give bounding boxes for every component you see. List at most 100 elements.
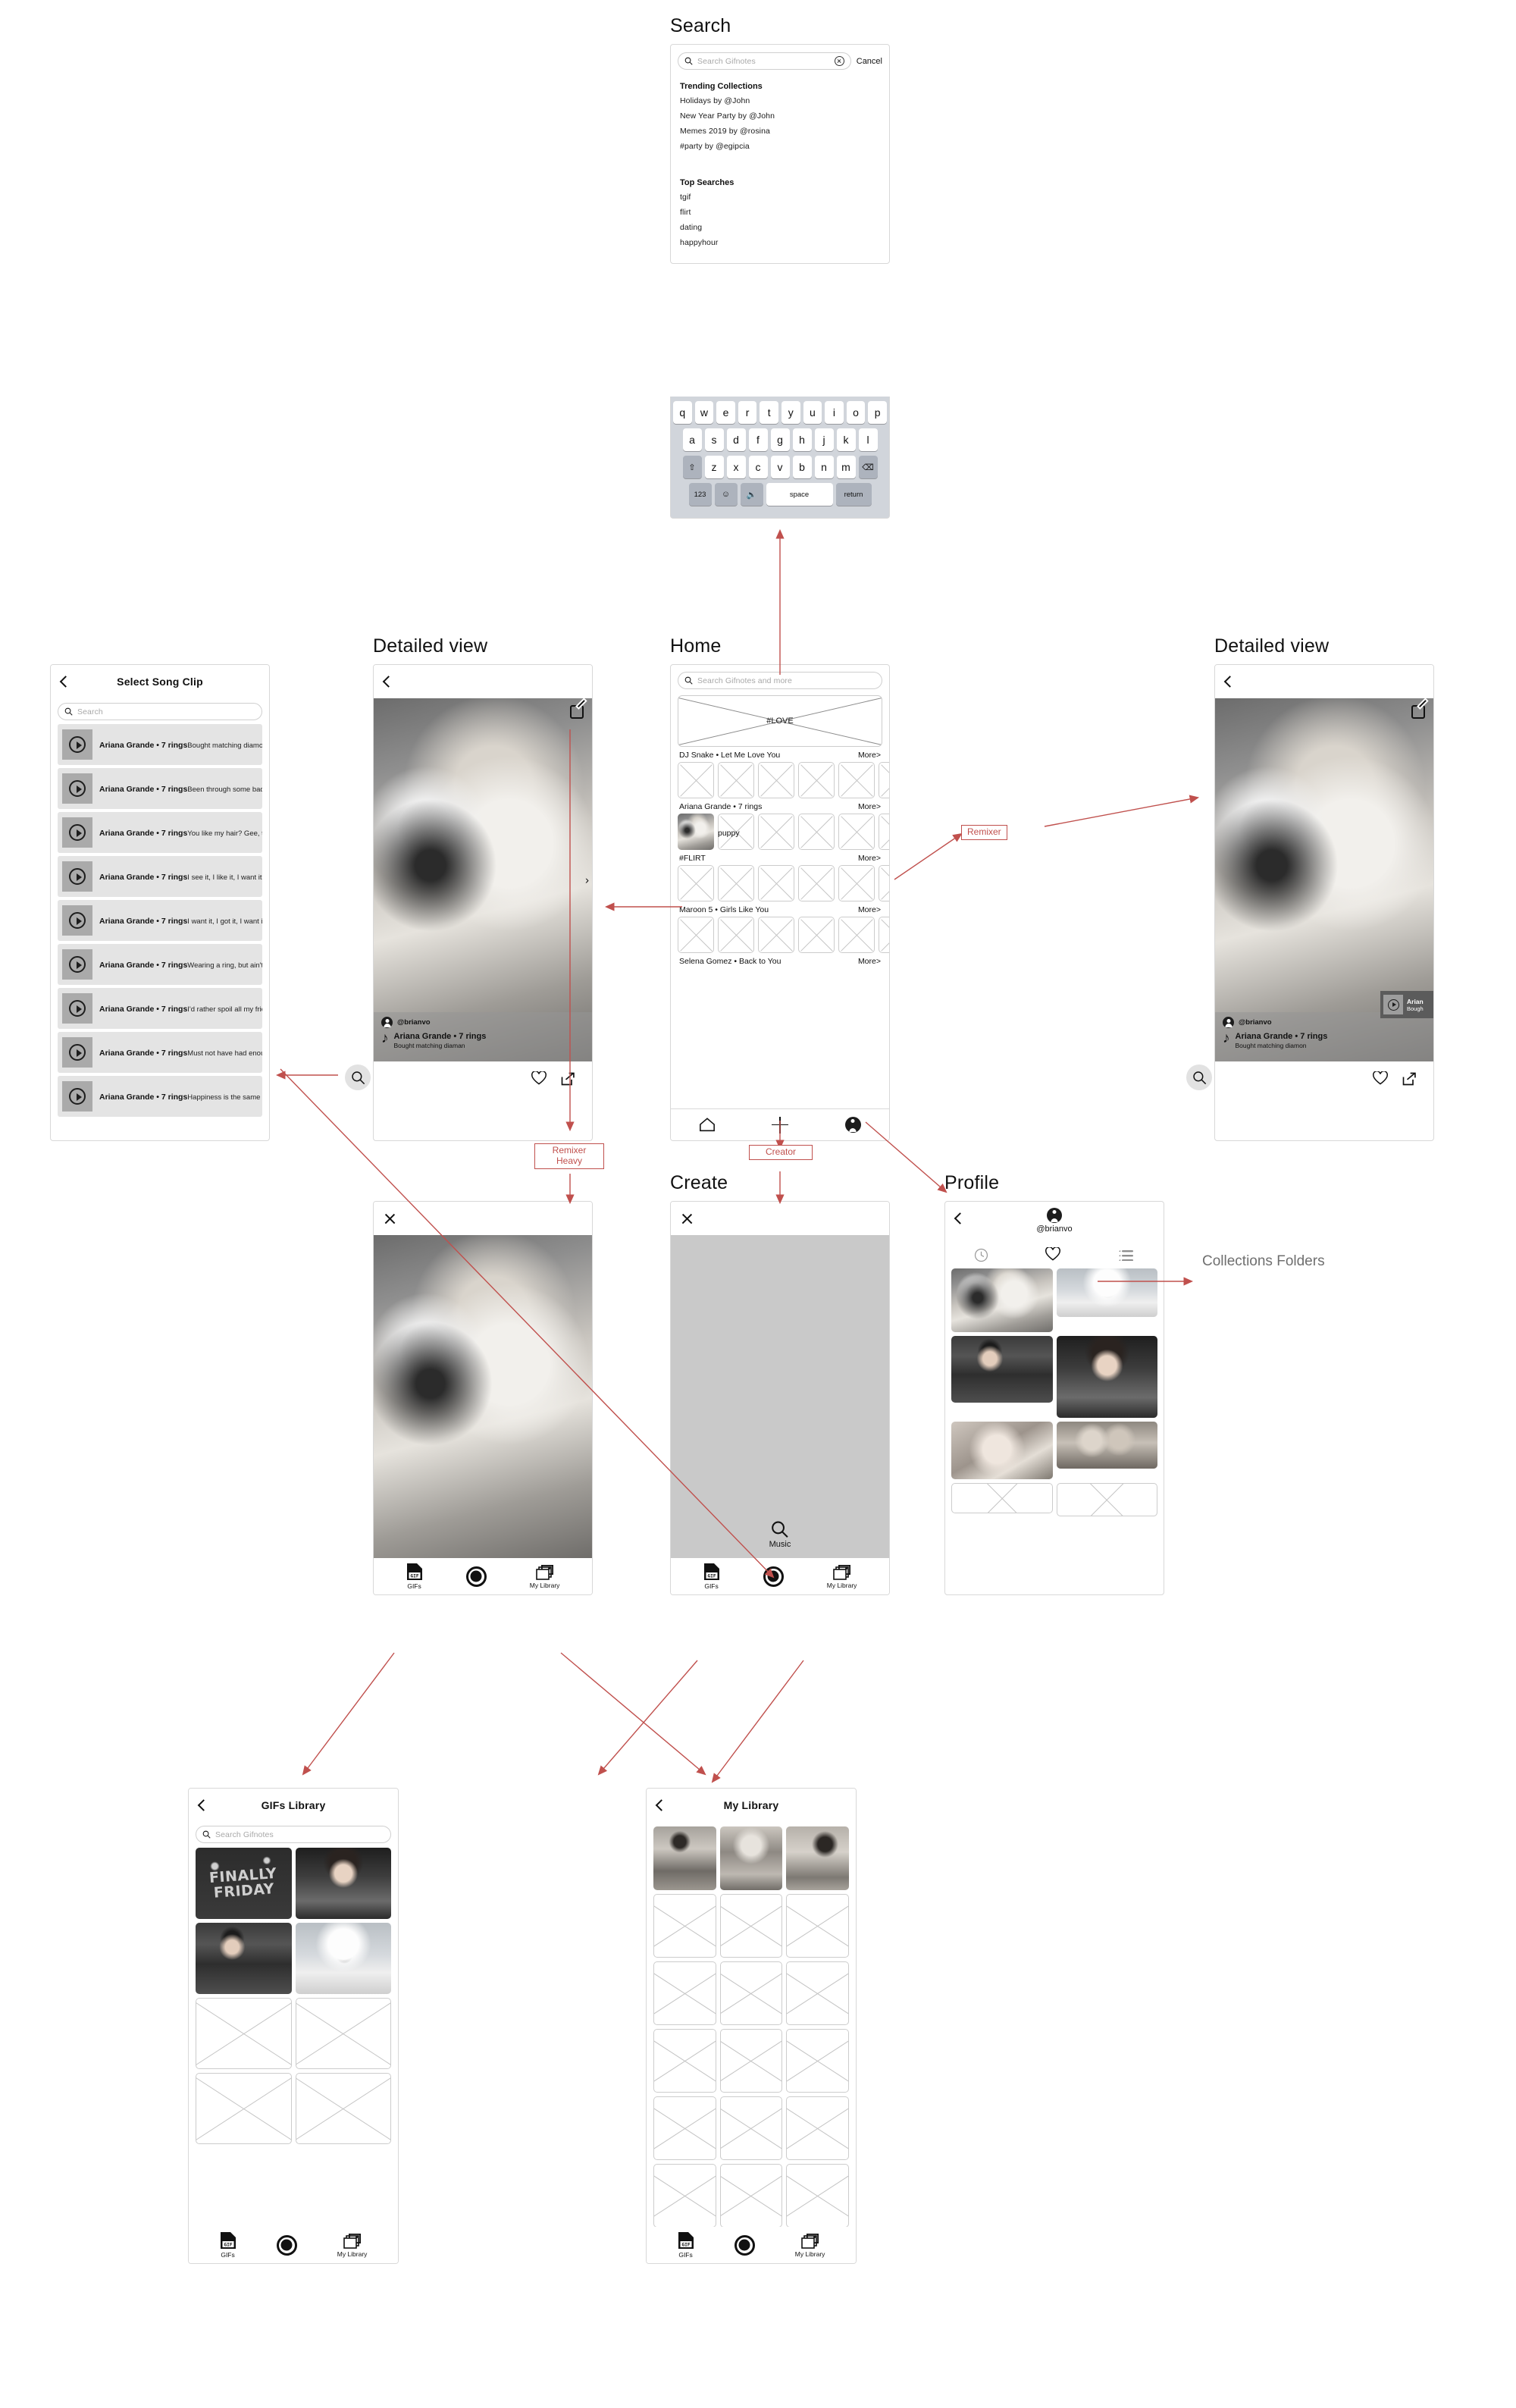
gif-cell[interactable] (196, 1923, 292, 1994)
gif-tile[interactable] (798, 917, 835, 953)
library-cell[interactable] (786, 1826, 849, 1890)
gif-tile[interactable] (879, 917, 889, 953)
library-cell-placeholder[interactable] (719, 1961, 783, 2025)
key-c[interactable]: c (748, 456, 768, 478)
detail-user[interactable]: @brianvo (1223, 1017, 1426, 1028)
key-t[interactable]: t (760, 401, 778, 424)
trending-item[interactable]: Holidays by @John (680, 96, 880, 105)
profile-cell[interactable] (1056, 1422, 1157, 1469)
incoming-song-card[interactable]: Arian Bough (1380, 991, 1433, 1018)
emoji-icon[interactable]: ☺ (714, 483, 738, 506)
close-icon[interactable] (384, 1212, 396, 1225)
gif-tile[interactable] (718, 917, 754, 953)
key-g[interactable]: g (770, 428, 790, 451)
library-cell-placeholder[interactable] (719, 2096, 783, 2160)
detail-user[interactable]: @brianvo (381, 1017, 584, 1028)
gif-tile[interactable] (798, 865, 835, 901)
library-cell-placeholder[interactable] (786, 2164, 849, 2228)
key-b[interactable]: b (792, 456, 812, 478)
key-x[interactable]: x (726, 456, 746, 478)
gif-tile[interactable] (678, 917, 714, 953)
profile-cell-placeholder[interactable] (1056, 1483, 1157, 1516)
shift-icon[interactable]: ⇧ (682, 456, 702, 478)
cancel-button[interactable]: Cancel (857, 57, 882, 66)
key-u[interactable]: u (803, 401, 822, 424)
gif-cell-placeholder[interactable] (295, 2073, 391, 2144)
key-j[interactable]: j (814, 428, 834, 451)
key-i[interactable]: i (825, 401, 844, 424)
gif-tile[interactable] (838, 865, 875, 901)
hero-banner[interactable]: #LOVE (678, 695, 882, 747)
clear-icon[interactable] (834, 56, 844, 66)
tab-record[interactable] (276, 2234, 297, 2256)
library-cell-placeholder[interactable] (786, 1961, 849, 2025)
library-cell[interactable] (653, 1826, 716, 1890)
share-icon[interactable] (560, 1071, 575, 1086)
key-y[interactable]: y (781, 401, 800, 424)
close-icon[interactable] (681, 1212, 694, 1225)
tab-gifs[interactable]: GIF GIFs (703, 1563, 720, 1590)
gif-tile[interactable] (798, 814, 835, 850)
microphone-icon[interactable]: 🔈 (740, 483, 763, 506)
heart-icon[interactable] (1045, 1246, 1061, 1262)
key-d[interactable]: d (726, 428, 746, 451)
library-cell[interactable] (719, 1826, 783, 1890)
song-clip-row[interactable]: Ariana Grande • 7 ringsI see it, I like … (58, 856, 262, 897)
gif-tile[interactable] (838, 762, 875, 798)
gif-tile[interactable] (678, 762, 714, 798)
library-cell-placeholder[interactable] (786, 2029, 849, 2093)
gif-cell[interactable] (295, 1848, 391, 1919)
tab-gifs[interactable]: GIF GIFs (406, 1563, 423, 1590)
key-z[interactable]: z (704, 456, 724, 478)
gif-cell-placeholder[interactable] (196, 2073, 292, 2144)
trending-item[interactable]: New Year Party by @John (680, 111, 880, 121)
top-search-item[interactable]: happyhour (680, 238, 880, 247)
gif-cell[interactable] (295, 1923, 391, 1994)
detail-song[interactable]: ♪ Ariana Grande • 7 rings Bought matchin… (381, 1031, 584, 1049)
tab-my-library[interactable]: My Library (827, 1564, 857, 1589)
key-a[interactable]: a (682, 428, 702, 451)
tab-my-library[interactable]: My Library (337, 2233, 367, 2258)
gif-tile[interactable] (838, 917, 875, 953)
more-link[interactable]: More> (858, 751, 881, 760)
home-icon[interactable] (699, 1117, 716, 1133)
profile-cell[interactable] (1056, 1268, 1157, 1317)
library-cell-placeholder[interactable] (786, 2096, 849, 2160)
tab-my-library[interactable]: My Library (530, 1564, 559, 1589)
gif-tile[interactable] (758, 814, 794, 850)
edit-icon[interactable] (570, 705, 584, 719)
library-cell-placeholder[interactable] (653, 1961, 716, 2025)
gif-tile[interactable] (879, 865, 889, 901)
key-o[interactable]: o (846, 401, 866, 424)
key-h[interactable]: h (792, 428, 812, 451)
key-v[interactable]: v (770, 456, 790, 478)
top-search-item[interactable]: flirt (680, 208, 880, 217)
list-icon[interactable] (1118, 1249, 1135, 1261)
library-cell-placeholder[interactable] (719, 2029, 783, 2093)
gif-tile[interactable] (758, 917, 794, 953)
profile-cell[interactable] (951, 1268, 1053, 1332)
key-e[interactable]: e (716, 401, 735, 424)
gif-tile[interactable] (798, 762, 835, 798)
gif-cell[interactable]: FINALLY FRIDAY (196, 1848, 292, 1919)
key-s[interactable]: s (704, 428, 724, 451)
song-clip-row[interactable]: Ariana Grande • 7 ringsBeen through some… (58, 768, 262, 809)
tab-record[interactable] (734, 2234, 755, 2256)
more-link[interactable]: More> (858, 854, 881, 863)
key-m[interactable]: m (836, 456, 856, 478)
edit-icon[interactable] (1411, 705, 1425, 719)
songclip-search-input[interactable]: Search (58, 703, 262, 720)
key-w[interactable]: w (694, 401, 714, 424)
key-l[interactable]: l (858, 428, 878, 451)
gifslib-search-input[interactable]: Search Gifnotes (196, 1826, 391, 1843)
detail-song[interactable]: ♪ Ariana Grande • 7 rings Bought matchin… (1223, 1031, 1426, 1049)
more-link[interactable]: More> (858, 802, 881, 811)
search-input[interactable]: Search Gifnotes (678, 52, 851, 70)
return-key[interactable]: return (835, 483, 872, 506)
gif-tile-featured[interactable] (678, 814, 714, 850)
gif-tile[interactable] (838, 814, 875, 850)
gif-tile[interactable] (758, 762, 794, 798)
music-button[interactable]: Music (769, 1520, 791, 1549)
more-link[interactable]: More> (858, 957, 881, 966)
library-cell-placeholder[interactable] (786, 1894, 849, 1958)
